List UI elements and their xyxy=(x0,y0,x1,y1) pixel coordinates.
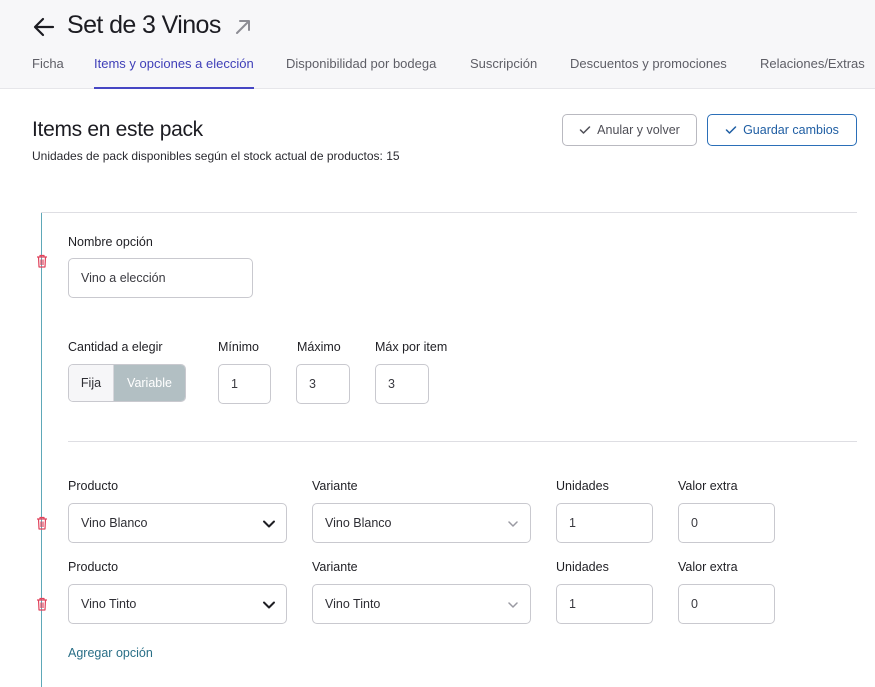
max-label: Máximo xyxy=(297,340,341,354)
mode-variable-button[interactable]: Variable xyxy=(114,365,185,401)
tab-suscripcion[interactable]: Suscripción xyxy=(470,56,537,89)
tab-descuentos[interactable]: Descuentos y promociones xyxy=(570,56,727,89)
chevron-down-icon xyxy=(508,602,518,608)
option-name-input[interactable]: Vino a elección xyxy=(68,258,253,298)
product-select[interactable]: Vino Tinto xyxy=(68,584,287,624)
product-label: Producto xyxy=(68,560,119,574)
extra-value-input[interactable]: 0 xyxy=(678,503,775,543)
variant-label: Variante xyxy=(312,479,358,493)
cancel-button[interactable]: Anular y volver xyxy=(562,114,697,146)
save-button[interactable]: Guardar cambios xyxy=(707,114,857,146)
variant-select-value: Vino Blanco xyxy=(325,516,392,530)
tab-bar: Ficha Items y opciones a elección Dispon… xyxy=(0,56,875,89)
save-button-label: Guardar cambios xyxy=(743,123,839,137)
product-label: Producto xyxy=(68,479,119,493)
min-label: Mínimo xyxy=(218,340,259,354)
divider xyxy=(41,212,857,213)
max-per-item-label: Máx por item xyxy=(375,340,448,354)
units-label: Unidades xyxy=(556,479,609,493)
extra-value-label: Valor extra xyxy=(678,560,738,574)
variant-select[interactable]: Vino Tinto xyxy=(312,584,531,624)
variant-select-value: Vino Tinto xyxy=(325,597,381,611)
add-option-link[interactable]: Agregar opción xyxy=(68,646,153,660)
back-arrow-icon[interactable] xyxy=(32,14,56,40)
variant-label: Variante xyxy=(312,560,358,574)
cancel-button-label: Anular y volver xyxy=(597,123,680,137)
external-link-icon[interactable] xyxy=(234,18,252,36)
max-per-item-input[interactable]: 3 xyxy=(375,364,429,404)
option-timeline xyxy=(41,213,42,687)
extra-value-input[interactable]: 0 xyxy=(678,584,775,624)
page-header: Set de 3 Vinos Ficha Items y opciones a … xyxy=(0,0,875,89)
section-subtitle: Unidades de pack disponibles según el st… xyxy=(32,149,400,163)
product-select-value: Vino Blanco xyxy=(81,516,148,530)
mode-fija-button[interactable]: Fija xyxy=(69,365,114,401)
tab-relaciones[interactable]: Relaciones/Extras xyxy=(760,56,865,89)
delete-option-trash-icon[interactable] xyxy=(36,254,48,268)
quantity-mode-toggle: Fija Variable xyxy=(68,364,186,402)
units-input[interactable]: 1 xyxy=(556,584,653,624)
chevron-down-icon xyxy=(263,601,275,609)
units-input[interactable]: 1 xyxy=(556,503,653,543)
product-select[interactable]: Vino Blanco xyxy=(68,503,287,543)
product-select-value: Vino Tinto xyxy=(81,597,137,611)
min-input[interactable]: 1 xyxy=(218,364,271,404)
chevron-down-icon xyxy=(508,521,518,527)
extra-value-label: Valor extra xyxy=(678,479,738,493)
tab-ficha[interactable]: Ficha xyxy=(32,56,64,89)
chevron-down-icon xyxy=(263,520,275,528)
divider xyxy=(68,441,857,442)
delete-item-trash-icon[interactable] xyxy=(36,597,48,611)
page-title: Set de 3 Vinos xyxy=(67,11,221,39)
check-icon xyxy=(579,126,591,134)
variant-select[interactable]: Vino Blanco xyxy=(312,503,531,543)
quantity-label: Cantidad a elegir xyxy=(68,340,163,354)
tab-items-opciones[interactable]: Items y opciones a elección xyxy=(94,56,254,89)
tab-disponibilidad[interactable]: Disponibilidad por bodega xyxy=(286,56,436,89)
option-name-label: Nombre opción xyxy=(68,235,153,249)
units-label: Unidades xyxy=(556,560,609,574)
delete-item-trash-icon[interactable] xyxy=(36,516,48,530)
section-title: Items en este pack xyxy=(32,118,203,141)
check-icon xyxy=(725,126,737,134)
max-input[interactable]: 3 xyxy=(296,364,350,404)
